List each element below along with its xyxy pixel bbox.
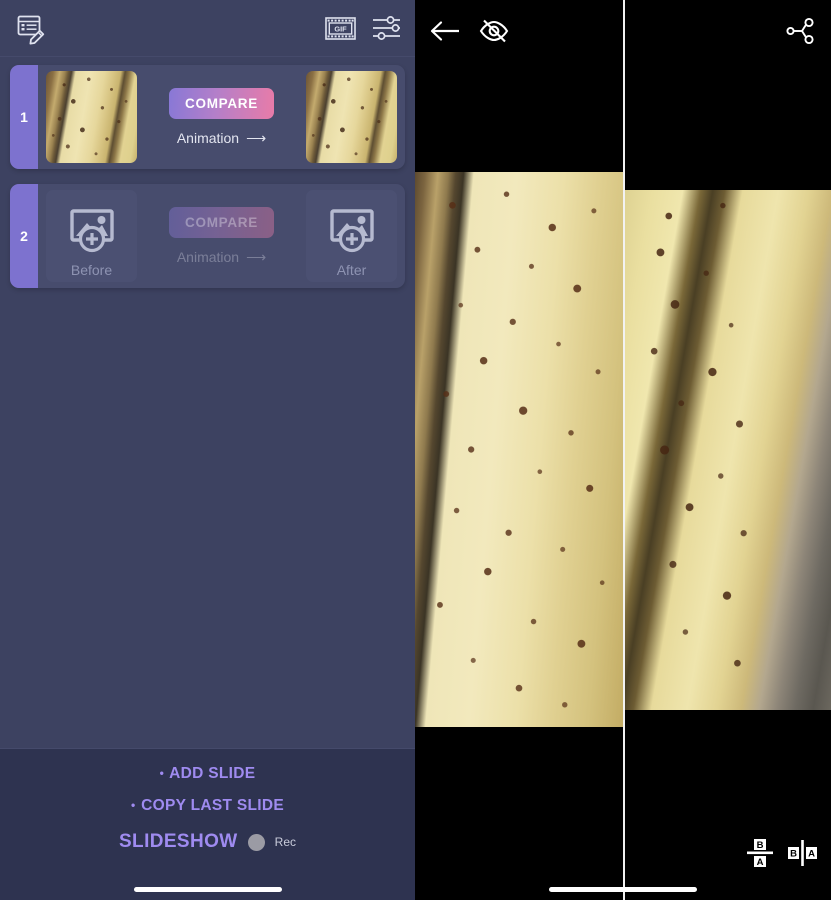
eye-off-icon[interactable] (478, 18, 510, 44)
slideshow-button[interactable]: SLIDESHOW (119, 831, 238, 853)
slideshow-row: SLIDESHOW Rec (119, 831, 296, 853)
banana-before-photo (415, 172, 623, 727)
add-photo-icon (324, 205, 380, 260)
layout-sbs-letter-b: B (790, 848, 797, 859)
layout-stacked-letter-a: A (757, 857, 764, 868)
slide-card-1[interactable]: 1 COMPARE Animation ⟶ (10, 65, 405, 169)
share-icon[interactable] (785, 16, 817, 46)
gif-icon[interactable]: GIF (325, 15, 356, 42)
layout-stacked-letter-b: B (757, 840, 764, 851)
slide-2-controls: COMPARE Animation ⟶ (137, 206, 306, 266)
record-dot-icon[interactable] (247, 833, 265, 851)
slide-card-2[interactable]: 2 Before COMPARE Animation ⟶ After (10, 184, 405, 288)
compare-button-2[interactable]: COMPARE (169, 206, 274, 238)
copy-slide-plus-icon: • (131, 798, 136, 812)
arrow-right-icon: ⟶ (246, 129, 267, 146)
banana-thumb-image (46, 71, 137, 163)
preview-toolbar (415, 0, 831, 62)
add-slide-plus-icon: • (159, 766, 165, 780)
editor-panel: GIF 1 COMPARE Animation ⟶ 2 Before COMPA… (0, 0, 415, 900)
add-slide-button[interactable]: • ADD SLIDE (160, 765, 256, 783)
preview-panel: B A B A (415, 0, 831, 900)
layout-stacked-icon[interactable]: B A (747, 838, 773, 868)
rec-label: Rec (274, 835, 296, 849)
before-label: Before (70, 262, 113, 278)
animation-label-2: Animation (176, 249, 240, 265)
compare-divider[interactable] (623, 0, 625, 900)
editor-bottom-bar: • ADD SLIDE • COPY LAST SLIDE SLIDESHOW … (0, 748, 415, 900)
slide-2-before-placeholder[interactable]: Before (46, 190, 137, 282)
slide-body-1: COMPARE Animation ⟶ (38, 65, 405, 169)
animation-label-1: Animation (176, 130, 240, 146)
slide-index-1: 1 (10, 65, 38, 169)
app-root: GIF 1 COMPARE Animation ⟶ 2 Before COMPA… (0, 0, 831, 900)
home-indicator-right (549, 887, 697, 892)
slide-1-after-thumbnail[interactable] (306, 71, 397, 163)
home-indicator-left (133, 887, 282, 892)
after-label: After (336, 262, 367, 278)
preview-after-image[interactable] (623, 190, 831, 710)
add-photo-icon (64, 205, 120, 260)
animation-link-1[interactable]: Animation ⟶ (177, 130, 266, 147)
back-arrow-icon[interactable] (429, 19, 462, 43)
banana-thumb-image (306, 71, 397, 163)
slide-body-2: Before COMPARE Animation ⟶ After (38, 184, 405, 288)
layout-side-by-side-icon[interactable]: B A (787, 838, 819, 868)
copy-last-slide-label: COPY LAST SLIDE (141, 797, 284, 814)
slide-index-2: 2 (10, 184, 38, 288)
preview-before-image[interactable] (415, 172, 623, 727)
slide-1-before-thumbnail[interactable] (46, 71, 137, 163)
slide-2-after-placeholder[interactable]: After (306, 190, 397, 282)
compare-button-1[interactable]: COMPARE (169, 87, 274, 119)
banana-after-photo (623, 190, 831, 710)
animation-link-2[interactable]: Animation ⟶ (177, 249, 266, 266)
gif-label: GIF (334, 24, 347, 33)
sliders-icon[interactable] (372, 15, 401, 41)
copy-last-slide-button[interactable]: • COPY LAST SLIDE (131, 797, 284, 815)
slide-list: 1 COMPARE Animation ⟶ 2 Before COMPARE A… (0, 57, 415, 303)
editor-toolbar: GIF (0, 0, 415, 57)
edit-list-icon[interactable] (14, 11, 48, 45)
arrow-right-icon: ⟶ (246, 248, 267, 265)
slide-1-controls: COMPARE Animation ⟶ (137, 87, 306, 147)
layout-toggle-group: B A B A (747, 838, 819, 868)
layout-sbs-letter-a: A (808, 848, 815, 859)
add-slide-label: ADD SLIDE (169, 765, 256, 782)
